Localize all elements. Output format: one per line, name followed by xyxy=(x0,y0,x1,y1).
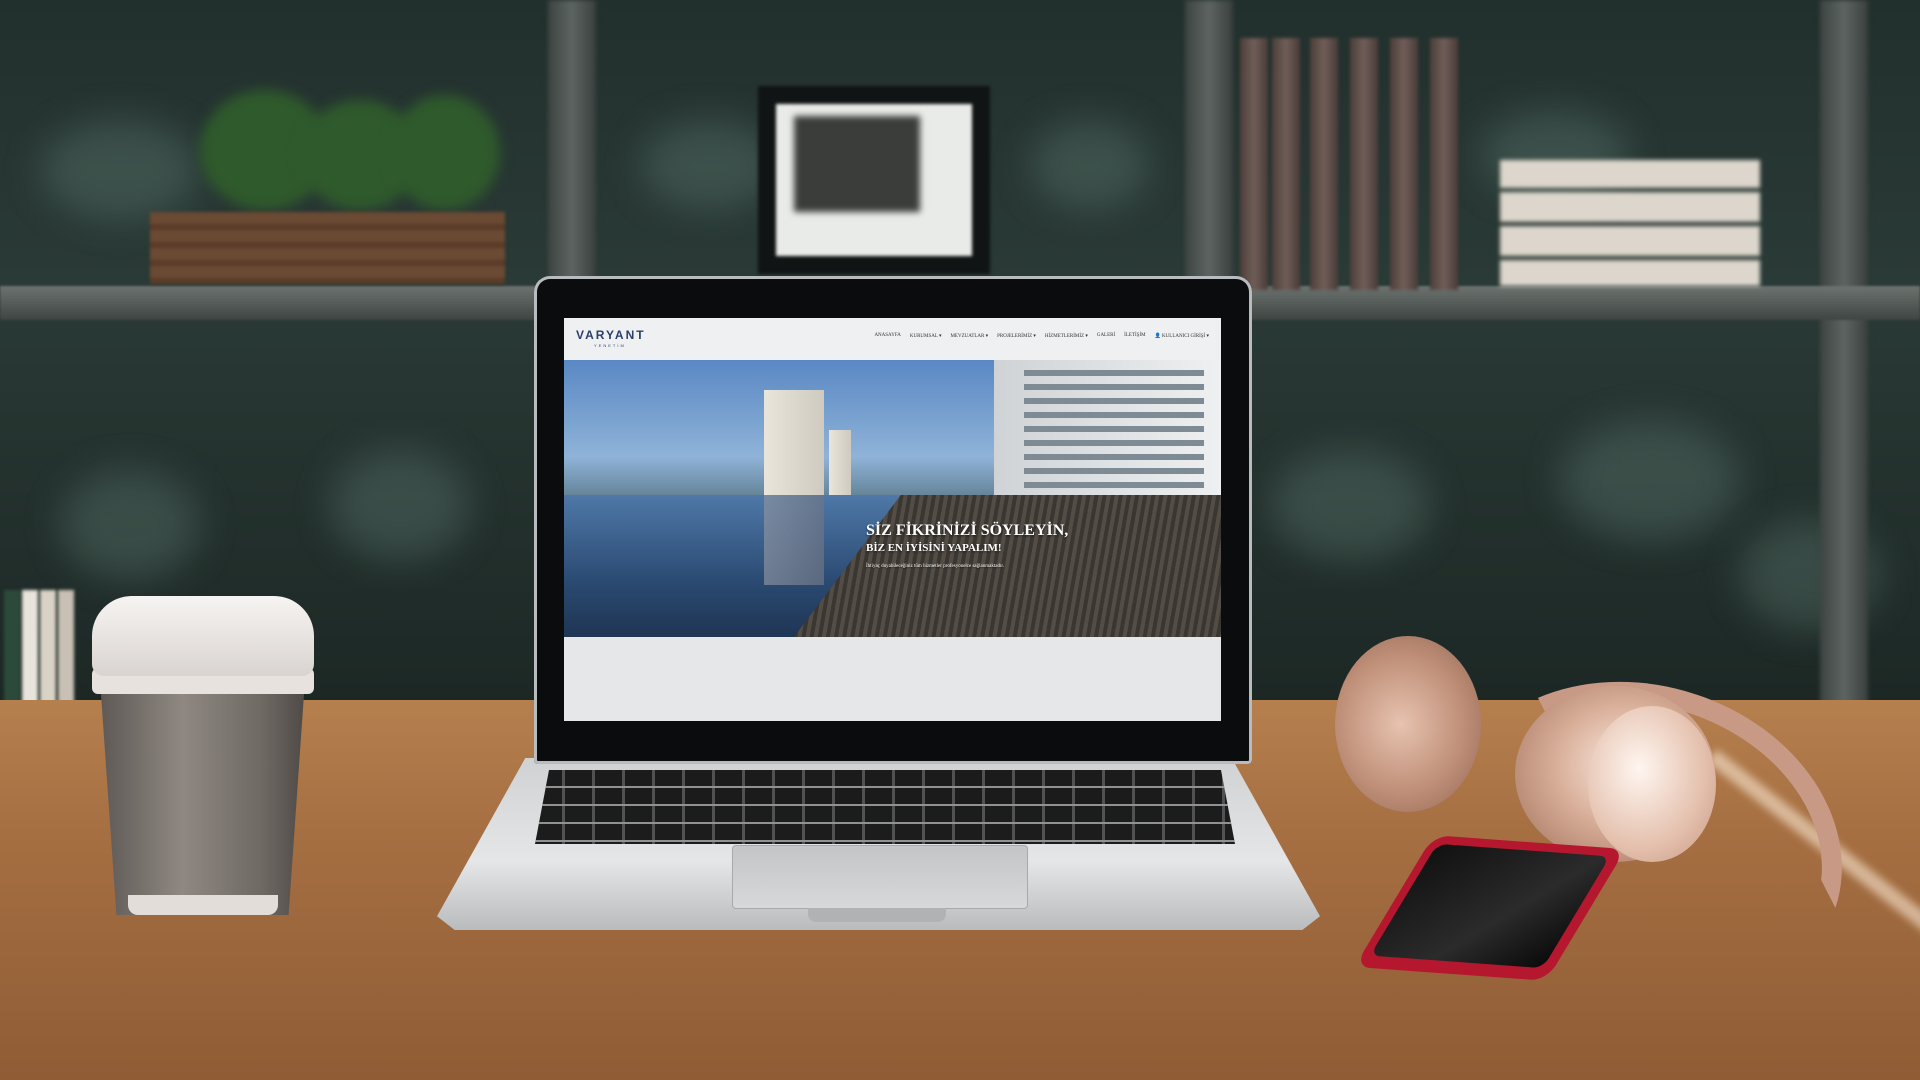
plant xyxy=(390,95,500,210)
shelf-book xyxy=(1272,38,1300,290)
hero-tower xyxy=(764,390,824,495)
building-windows xyxy=(1024,370,1204,490)
nav-kurumsal[interactable]: KURUMSAL ▾ xyxy=(910,333,942,339)
bokeh-light xyxy=(1030,120,1150,210)
keyboard-rows xyxy=(535,770,1235,844)
hero-subtitle: BİZ EN İYİSİNİ YAPALIM! xyxy=(866,542,1002,554)
planter-box xyxy=(150,212,505,284)
cup-rim-bottom xyxy=(128,895,278,915)
website-header: VARYANT YENETİM ANASAYFA KURUMSAL ▾ MEVZ… xyxy=(564,318,1221,360)
shelf-book xyxy=(1430,38,1458,290)
bokeh-light xyxy=(1560,420,1740,540)
headphone-ear-cup xyxy=(1335,636,1481,812)
nav-galeri[interactable]: GALERİ xyxy=(1097,333,1115,339)
bokeh-light xyxy=(40,120,200,220)
cup-lid xyxy=(92,596,314,676)
laptop-notch xyxy=(808,908,946,922)
headphone-cup-face xyxy=(1588,706,1716,862)
nav-anasayfa[interactable]: ANASAYFA xyxy=(874,333,900,339)
book-stack xyxy=(1500,226,1760,256)
frame-photo xyxy=(794,116,920,212)
nav-kullanici-girisi[interactable]: 👤 KULLANICI GİRİŞİ ▾ xyxy=(1155,333,1209,339)
laptop-trackpad xyxy=(732,845,1028,909)
bokeh-light xyxy=(60,470,200,580)
shelf-book xyxy=(1310,38,1338,290)
nav-projelerimiz[interactable]: PROJELERİMİZ ▾ xyxy=(997,333,1036,339)
laptop-screen: VARYANT YENETİM ANASAYFA KURUMSAL ▾ MEVZ… xyxy=(564,318,1221,721)
hero-tower xyxy=(829,430,851,495)
nav-hizmetlerimiz[interactable]: HİZMETLERİMİZ ▾ xyxy=(1045,333,1088,339)
picture-frame xyxy=(758,86,990,274)
coffee-cup xyxy=(100,680,305,915)
nav-iletisim[interactable]: İLETİŞİM xyxy=(1124,333,1145,339)
website-nav: ANASAYFA KURUMSAL ▾ MEVZUATLAR ▾ PROJELE… xyxy=(874,333,1209,339)
website-logo-sub: YENETİM xyxy=(594,343,626,348)
hero-title: SİZ FİKRİNİZİ SÖYLEYİN, xyxy=(866,522,1069,539)
book-stack xyxy=(1500,192,1760,222)
hero-text: İhtiyaç duyabileceğiniz tüm hizmetler pr… xyxy=(866,564,1005,569)
nav-mevzuatlar[interactable]: MEVZUATLAR ▾ xyxy=(950,333,988,339)
bokeh-light xyxy=(1270,450,1430,560)
shelf-post xyxy=(1820,0,1868,720)
book-stack xyxy=(1500,160,1760,188)
bokeh-light xyxy=(330,450,470,560)
tower-reflection xyxy=(764,495,824,585)
website-content-area xyxy=(564,637,1221,721)
shelf-book xyxy=(1390,38,1418,290)
book-stack xyxy=(1500,260,1760,286)
hero-building xyxy=(994,360,1221,500)
website-logo[interactable]: VARYANT xyxy=(576,328,646,342)
shelf-book xyxy=(1350,38,1378,290)
hero-banner: SİZ FİKRİNİZİ SÖYLEYİN, BİZ EN İYİSİNİ Y… xyxy=(564,360,1221,637)
shelf-book xyxy=(1240,38,1268,290)
